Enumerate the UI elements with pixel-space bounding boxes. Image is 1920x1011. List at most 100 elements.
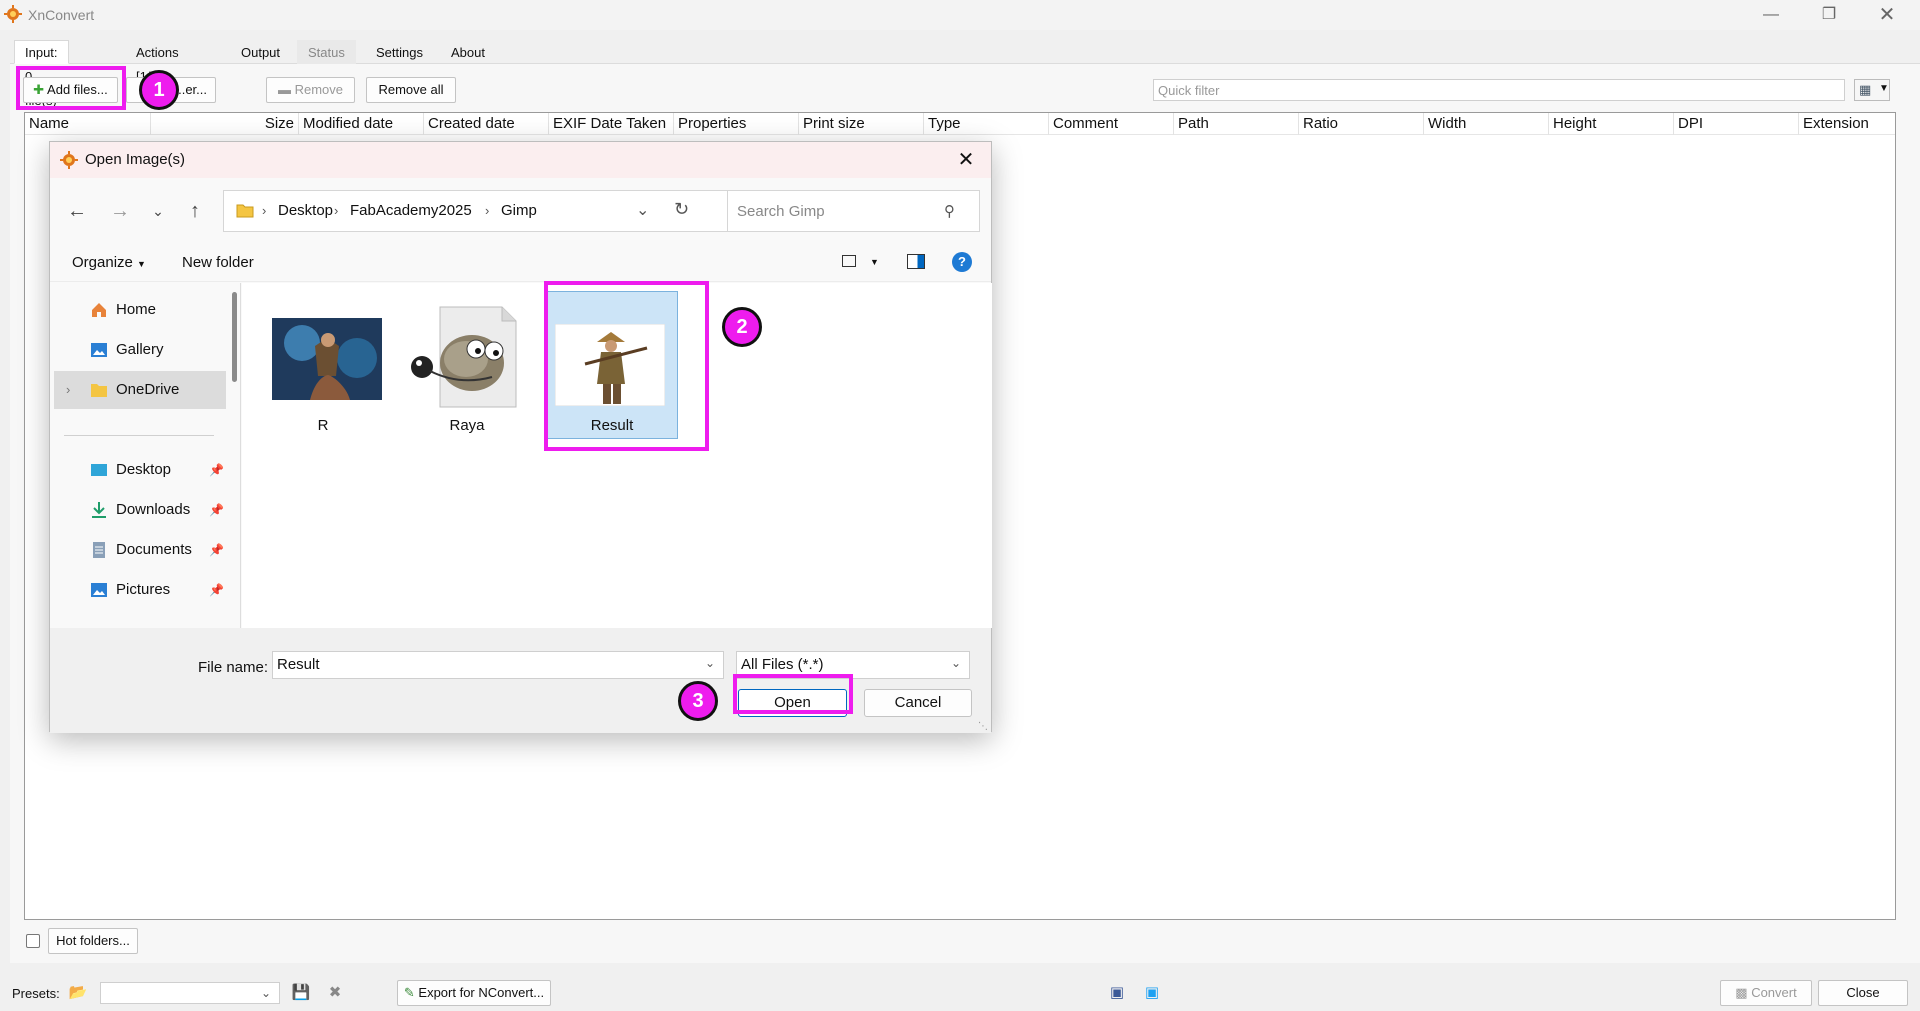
navigation-scrollbar[interactable] xyxy=(232,292,237,382)
refresh-icon[interactable]: ↻ xyxy=(674,199,689,220)
callout-number-2: 2 xyxy=(722,307,762,347)
sidebar-item-desktop[interactable]: Desktop 📌 xyxy=(54,451,226,489)
chevron-down-icon[interactable]: ⌄ xyxy=(636,200,649,220)
facebook-icon[interactable]: ▣ xyxy=(1106,982,1128,1004)
close-icon[interactable]: ✕ xyxy=(951,146,981,174)
breadcrumb-item-fabacademy2025[interactable]: FabAcademy2025 xyxy=(350,191,472,231)
delete-preset-icon[interactable]: ✖ xyxy=(324,982,346,1004)
breadcrumb-separator-icon: › xyxy=(334,203,339,218)
close-button[interactable]: Close xyxy=(1818,980,1908,1006)
sidebar-item-label: Gallery xyxy=(116,341,164,358)
file-name-input[interactable]: Result ⌄ xyxy=(272,651,724,679)
dialog-title: Open Image(s) xyxy=(85,151,186,168)
column-name[interactable]: Name xyxy=(25,113,151,135)
recent-locations-chevron-icon[interactable]: ⌄ xyxy=(143,196,173,226)
folder-icon xyxy=(91,384,107,397)
open-preset-folder-icon[interactable]: 📂 xyxy=(67,982,89,1004)
preview-pane-icon[interactable] xyxy=(907,254,925,269)
convert-icon: ▩ xyxy=(1735,985,1748,1000)
twitter-icon[interactable]: ▣ xyxy=(1141,982,1163,1004)
sidebar-item-home[interactable]: Home xyxy=(54,291,226,329)
column-dpi[interactable]: DPI xyxy=(1674,113,1799,135)
up-arrow-icon[interactable]: ↑ xyxy=(180,196,210,226)
xnconvert-logo-icon xyxy=(60,151,78,169)
sidebar-item-onedrive[interactable]: › OneDrive xyxy=(54,371,226,409)
close-icon[interactable]: ✕ xyxy=(1864,2,1910,28)
xnconvert-logo-icon xyxy=(4,5,22,23)
tab-settings[interactable]: Settings xyxy=(365,40,434,64)
column-exif-date[interactable]: EXIF Date Taken xyxy=(549,113,674,135)
file-name-label: Raya xyxy=(449,417,485,434)
organize-menu[interactable]: Organize ▼ xyxy=(72,254,146,271)
file-name-label: R xyxy=(317,417,329,434)
column-size[interactable]: Size xyxy=(151,113,299,135)
column-properties[interactable]: Properties xyxy=(674,113,799,135)
search-icon[interactable]: ⚲ xyxy=(944,202,955,220)
column-type[interactable]: Type xyxy=(924,113,1049,135)
column-modified-date[interactable]: Modified date xyxy=(299,113,424,135)
preset-select[interactable]: ⌄ xyxy=(100,982,280,1004)
hot-folders-checkbox[interactable] xyxy=(26,934,40,948)
desktop-icon xyxy=(91,464,107,476)
quick-filter-input[interactable] xyxy=(1153,79,1845,101)
new-folder-button[interactable]: New folder xyxy=(182,254,254,271)
breadcrumb-separator-icon: › xyxy=(262,203,267,218)
column-print-size[interactable]: Print size xyxy=(799,113,924,135)
breadcrumb-item-gimp[interactable]: Gimp xyxy=(501,191,537,231)
sidebar-item-label: Documents xyxy=(116,541,192,558)
callout-number-1: 1 xyxy=(139,70,179,110)
dialog-title-bar: Open Image(s) ✕ xyxy=(50,142,991,178)
hot-folders-button[interactable]: Hot folders... xyxy=(48,928,138,954)
breadcrumb[interactable]: › Desktop › FabAcademy2025 › Gimp ⌄ ↻ xyxy=(223,190,731,232)
sidebar-item-gallery[interactable]: Gallery xyxy=(54,331,226,369)
tab-status[interactable]: Status xyxy=(297,40,356,64)
sidebar-item-documents[interactable]: Documents 📌 xyxy=(54,531,226,569)
minimize-icon[interactable]: — xyxy=(1748,2,1794,28)
tab-actions[interactable]: Actions [1/1] xyxy=(125,40,190,84)
tab-output[interactable]: Output xyxy=(230,40,291,64)
help-icon[interactable]: ? xyxy=(952,252,972,272)
sidebar-item-pictures[interactable]: Pictures 📌 xyxy=(54,571,226,609)
chevron-down-icon[interactable]: ▼ xyxy=(870,257,879,267)
chevron-down-icon[interactable]: ⌄ xyxy=(705,652,715,674)
cancel-button[interactable]: Cancel xyxy=(864,689,972,717)
app-title: XnConvert xyxy=(28,7,95,23)
file-name-value: Result xyxy=(277,656,320,673)
column-extension[interactable]: Extension xyxy=(1799,113,1895,135)
search-input[interactable] xyxy=(727,190,980,232)
view-mode-button[interactable]: ▦ ▼ xyxy=(1854,79,1890,101)
tab-about[interactable]: About xyxy=(440,40,496,64)
column-comment[interactable]: Comment xyxy=(1049,113,1174,135)
column-height[interactable]: Height xyxy=(1549,113,1674,135)
restore-icon[interactable]: ❐ xyxy=(1806,2,1852,28)
remove-all-button[interactable]: Remove all xyxy=(366,77,456,103)
column-path[interactable]: Path xyxy=(1174,113,1299,135)
pin-icon: 📌 xyxy=(209,503,224,517)
column-width[interactable]: Width xyxy=(1424,113,1549,135)
column-created-date[interactable]: Created date xyxy=(424,113,549,135)
sidebar-item-downloads[interactable]: Downloads 📌 xyxy=(54,491,226,529)
title-bar: XnConvert — ❐ ✕ xyxy=(0,0,1920,30)
view-options-icon[interactable] xyxy=(842,255,856,267)
chevron-right-icon[interactable]: › xyxy=(66,371,70,409)
dialog-command-bar: Organize ▼ New folder ▼ ? xyxy=(50,246,991,282)
back-arrow-icon[interactable]: ← xyxy=(62,196,92,226)
resize-grip-icon[interactable]: ⋱ xyxy=(978,721,988,732)
pictures-icon xyxy=(91,583,107,597)
sidebar-item-label: Pictures xyxy=(116,581,171,598)
breadcrumb-item-desktop[interactable]: Desktop xyxy=(278,191,333,231)
convert-button[interactable]: ▩ Convert xyxy=(1720,980,1812,1006)
presets-label: Presets: xyxy=(12,986,60,1001)
file-tile-raya[interactable]: Raya xyxy=(402,293,532,438)
pin-icon: 📌 xyxy=(209,583,224,597)
remove-button[interactable]: ▬ Remove xyxy=(266,77,355,103)
file-tile-r[interactable]: R xyxy=(258,293,388,438)
forward-arrow-icon[interactable]: → xyxy=(105,196,135,226)
chevron-down-icon: ▼ xyxy=(137,259,146,269)
export-nconvert-button[interactable]: ✎ Export for NConvert... xyxy=(397,980,551,1006)
column-ratio[interactable]: Ratio xyxy=(1299,113,1424,135)
tab-input[interactable]: Input: 0 file(s) xyxy=(14,40,69,108)
save-preset-icon[interactable]: 💾 xyxy=(290,982,312,1004)
folder-icon xyxy=(236,204,254,218)
callout-number-3: 3 xyxy=(678,681,718,721)
